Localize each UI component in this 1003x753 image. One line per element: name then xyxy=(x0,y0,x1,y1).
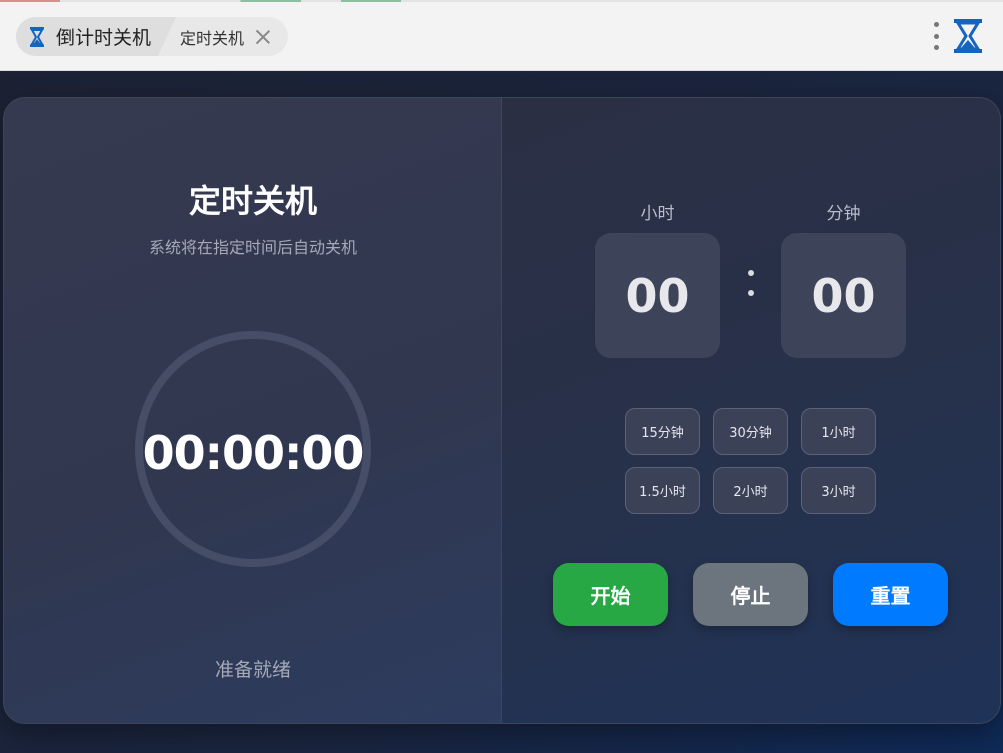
countdown-display: 00:00:00 xyxy=(142,426,365,480)
top-stripe xyxy=(0,0,1003,2)
stop-button[interactable]: 停止 xyxy=(693,563,808,626)
minutes-label: 分钟 xyxy=(826,204,861,224)
preset-3h-button[interactable]: 3小时 xyxy=(801,467,876,514)
preset-1-5h-button[interactable]: 1.5小时 xyxy=(625,467,700,514)
tab-title: 倒计时关机 xyxy=(56,27,152,49)
status-text: 准备就绪 xyxy=(214,659,291,681)
page-title: 定时关机 xyxy=(188,182,317,220)
close-icon[interactable] xyxy=(254,28,272,46)
preset-2h-button[interactable]: 2小时 xyxy=(713,467,788,514)
hours-label: 小时 xyxy=(640,204,675,224)
preset-30min-button[interactable]: 30分钟 xyxy=(713,408,788,455)
preset-15min-button[interactable]: 15分钟 xyxy=(625,408,700,455)
tab-scheduled-shutdown[interactable]: 定时关机 xyxy=(158,17,288,56)
settings-panel: 小时 分钟 00 00 15分钟 30分钟 1小时 1.5小时 2小时 3小时 … xyxy=(502,98,1000,723)
hours-input[interactable]: 00 xyxy=(595,233,720,358)
start-button[interactable]: 开始 xyxy=(553,563,668,626)
shutdown-card: 定时关机 系统将在指定时间后自动关机 00:00:00 准备就绪 小时 分钟 0… xyxy=(3,97,1001,724)
status-panel: 定时关机 系统将在指定时间后自动关机 00:00:00 准备就绪 xyxy=(4,98,502,723)
page-subtitle: 系统将在指定时间后自动关机 xyxy=(148,238,357,257)
time-separator xyxy=(748,270,756,300)
tab-countdown-shutdown[interactable]: 倒计时关机 xyxy=(16,17,176,56)
title-bar: 倒计时关机 定时关机 xyxy=(0,0,1003,71)
sub-tab-title: 定时关机 xyxy=(180,28,245,48)
reset-button[interactable]: 重置 xyxy=(833,563,948,626)
minutes-input[interactable]: 00 xyxy=(781,233,906,358)
hourglass-icon xyxy=(30,26,44,47)
app-logo-icon xyxy=(954,19,982,53)
preset-1h-button[interactable]: 1小时 xyxy=(801,408,876,455)
more-vertical-icon[interactable] xyxy=(930,22,942,50)
